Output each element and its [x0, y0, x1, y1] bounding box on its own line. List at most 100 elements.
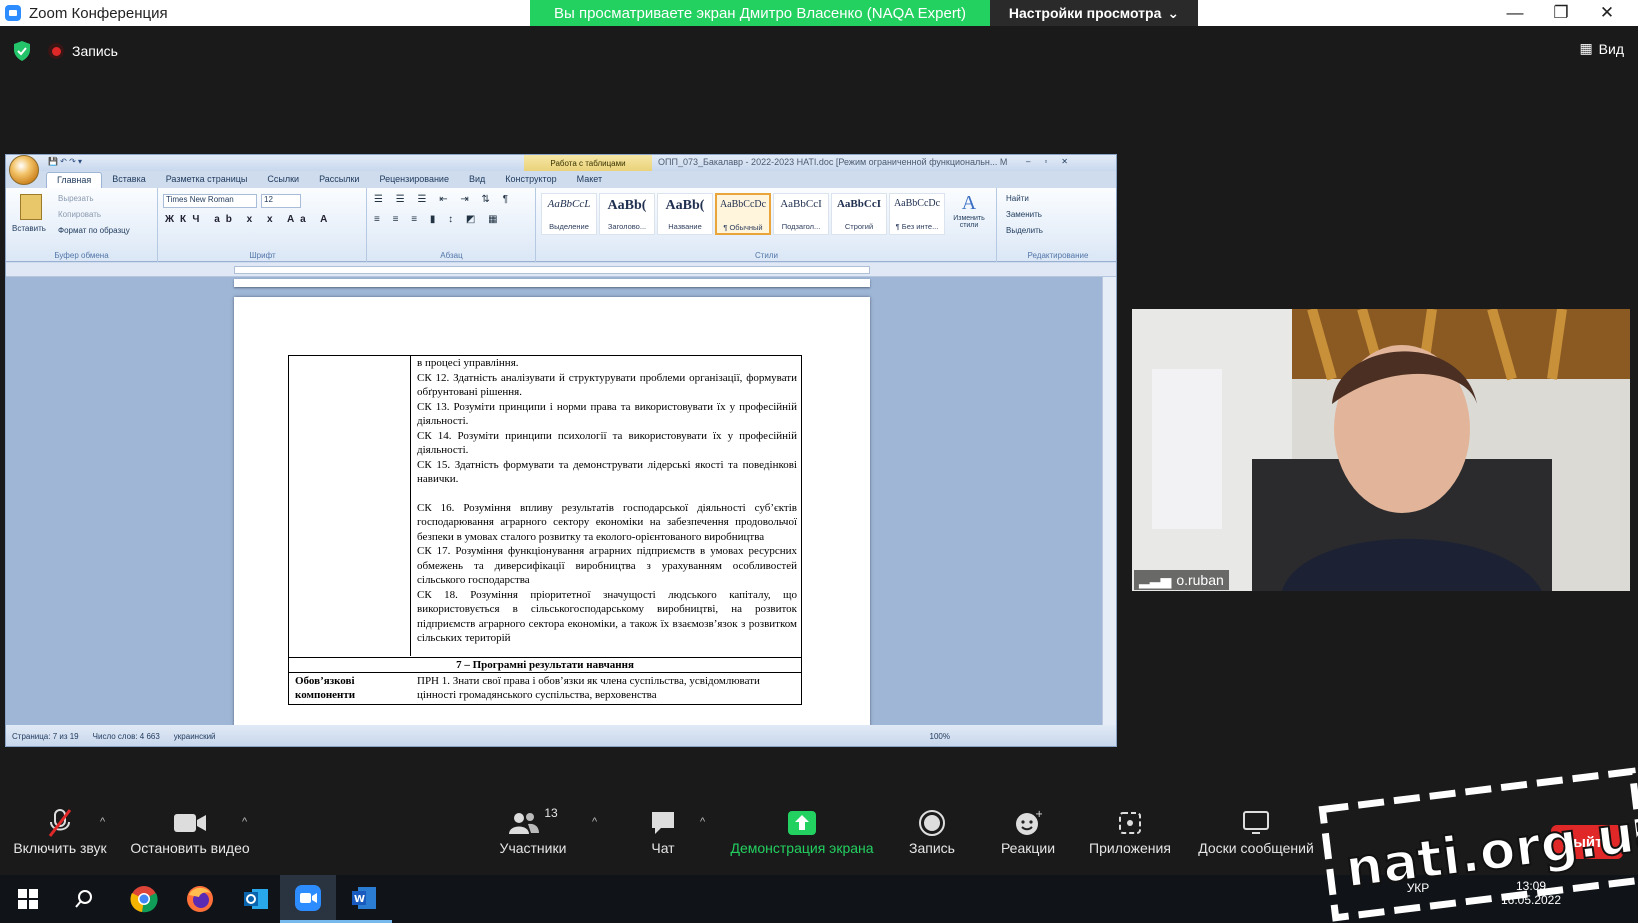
view-settings-button[interactable]: Настройки просмотра ⌄: [990, 0, 1198, 26]
chat-caret-icon[interactable]: ^: [700, 816, 705, 828]
doc-line: СК 18. Розуміння пріоритетної значущості…: [417, 588, 797, 645]
share-screen-icon: [726, 806, 878, 840]
apps-icon: [1084, 806, 1176, 840]
svg-text:W: W: [354, 894, 365, 905]
styles-group: AaBbCcL Выделение AaBb( Заголово... AaBb( Н…: [537, 188, 997, 262]
participants-caret-icon[interactable]: ^: [592, 816, 597, 828]
participants-icon: 13: [492, 806, 574, 840]
apps-button[interactable]: Приложения: [1084, 806, 1176, 856]
tab-mailings: Рассылки: [319, 174, 360, 184]
share-screen-button[interactable]: Демонстрация экрана: [726, 806, 878, 856]
styles-group-label: Стили: [754, 251, 779, 260]
style-no-spacing: AaBbCcDc ¶ Без инте...: [889, 193, 945, 235]
whiteboards-button[interactable]: Доски сообщений: [1194, 806, 1318, 856]
zoom-level: 100%: [929, 731, 950, 741]
style-title: AaBb( Название: [657, 193, 713, 235]
security-shield-icon[interactable]: [12, 40, 32, 62]
unmute-button[interactable]: Включить звук: [10, 806, 110, 856]
close-button[interactable]: ✕: [1584, 0, 1630, 26]
select-label: Выделить: [1006, 226, 1043, 235]
participant-name: o.ruban: [1176, 572, 1224, 588]
align-buttons-icons: ≡ ≡ ≡ ▮ ↕ ◩ ▦: [374, 214, 503, 225]
chat-button[interactable]: Чат: [640, 806, 686, 856]
tab-home: Главная: [46, 172, 103, 188]
cut-label: Вырезать: [58, 194, 94, 203]
tab-insert: Вставка: [112, 174, 146, 184]
windows-logo-icon: [18, 889, 38, 909]
style-sample: AaBbCcI: [780, 198, 822, 210]
font-name-field: Times New Roman: [163, 194, 257, 208]
font-size-field: 12: [261, 194, 301, 208]
format-painter-label: Формат по образцу: [58, 226, 130, 235]
doc-line: в процесі управління.: [417, 357, 519, 369]
tab-design: Конструктор: [505, 174, 557, 184]
record-label: Запись: [909, 840, 955, 856]
clipboard-group-label: Буфер обмена: [54, 251, 109, 260]
doc-line: СК 15. Здатність формувати та демонструв…: [417, 458, 797, 486]
style-name: Название: [668, 222, 702, 231]
editing-group-label: Редактирование: [1027, 251, 1089, 260]
word-statusbar: Страница: 7 из 19 Число слов: 4 663 укра…: [6, 725, 1116, 746]
horizontal-ruler: [6, 263, 1116, 277]
ruler-track: [234, 266, 870, 274]
record-dot-icon: [48, 43, 64, 59]
reactions-button[interactable]: + Реакции: [998, 806, 1058, 856]
list-buttons-icons: ☰ ☰ ☰ ⇤ ⇥ ⇅ ¶: [374, 194, 514, 205]
copy-label: Копировать: [58, 210, 102, 219]
style-name: Строгий: [844, 222, 874, 231]
change-styles-icon: A: [961, 192, 977, 214]
style-strong: AaBbCcI Строгий: [831, 193, 887, 235]
font-format-buttons: ЖКЧ ab x x Aa A: [165, 214, 334, 225]
view-button[interactable]: ▦ Вид: [1579, 40, 1624, 57]
chevron-down-icon: ⌄: [1167, 4, 1180, 21]
unmute-label: Включить звук: [13, 840, 107, 856]
taskbar-word[interactable]: W: [336, 875, 392, 923]
search-icon: [75, 890, 92, 908]
stop-video-button[interactable]: Остановить видео: [126, 806, 254, 856]
participants-button[interactable]: 13 Участники: [492, 806, 574, 856]
doc-line: СК 16. Розуміння впливу результатів госп…: [417, 501, 797, 543]
muted-mic-icon: [10, 806, 110, 840]
audio-options-caret-icon[interactable]: ^: [100, 816, 105, 828]
minimize-button[interactable]: —: [1492, 0, 1538, 26]
whiteboards-label: Доски сообщений: [1198, 840, 1314, 856]
shared-word-window: 💾 ↶ ↷ ▾ Работа с таблицами ОПП_073_Бакал…: [5, 154, 1117, 747]
tab-view: Вид: [468, 174, 486, 184]
zoom-icon: [295, 884, 321, 911]
style-name: Заголово...: [607, 222, 647, 231]
taskbar-zoom[interactable]: [280, 875, 336, 923]
search-button[interactable]: [56, 875, 112, 923]
participants-count: 13: [544, 806, 558, 820]
participant-video[interactable]: [1132, 309, 1630, 591]
style-name: ¶ Без инте...: [895, 222, 939, 231]
view-label: Вид: [1598, 40, 1624, 57]
change-styles: A Изменить стили: [949, 192, 989, 229]
learning-outcome-text: ПРН 1. Знати свої права і обов’язки як ч…: [417, 675, 760, 701]
style-subtitle: AaBbCcI Подзагол...: [773, 193, 829, 235]
window-title: Zoom Конференция: [29, 4, 168, 22]
taskbar-chrome[interactable]: [116, 875, 172, 923]
recording-indicator[interactable]: Запись: [48, 38, 118, 64]
style-sample: AaBbCcI: [836, 198, 881, 210]
style-name: ¶ Обычный: [723, 223, 763, 232]
style-emphasis: AaBbCcL Выделение: [541, 193, 597, 235]
video-options-caret-icon[interactable]: ^: [242, 816, 247, 828]
paste-icon: [20, 194, 42, 220]
participant-video-image: [1132, 309, 1630, 591]
reactions-label: Реакции: [1000, 840, 1056, 856]
document-table: в процесі управління. СК 12. Здатність а…: [288, 355, 802, 705]
record-button[interactable]: Запись: [904, 806, 960, 856]
doc-line: СК 12. Здатність аналізувати й структуру…: [417, 371, 797, 399]
style-sample: AaBb(: [665, 198, 705, 213]
taskbar-outlook[interactable]: [228, 875, 284, 923]
restore-button[interactable]: ❐: [1538, 0, 1584, 26]
taskbar-firefox[interactable]: [172, 875, 228, 923]
mandatory-components-label: Обов’язкові компоненти: [295, 675, 356, 701]
participant-name-tag: ▂▃▅ o.ruban: [1134, 570, 1229, 590]
screen-share-banner: Вы просматриваете экран Дмитро Власенко …: [530, 0, 990, 26]
table-tools-label: Работа с таблицами: [524, 155, 652, 171]
start-button[interactable]: [0, 875, 56, 923]
office-button-icon: [9, 155, 39, 185]
table-left-column: [289, 356, 411, 656]
firefox-icon: [187, 886, 213, 912]
